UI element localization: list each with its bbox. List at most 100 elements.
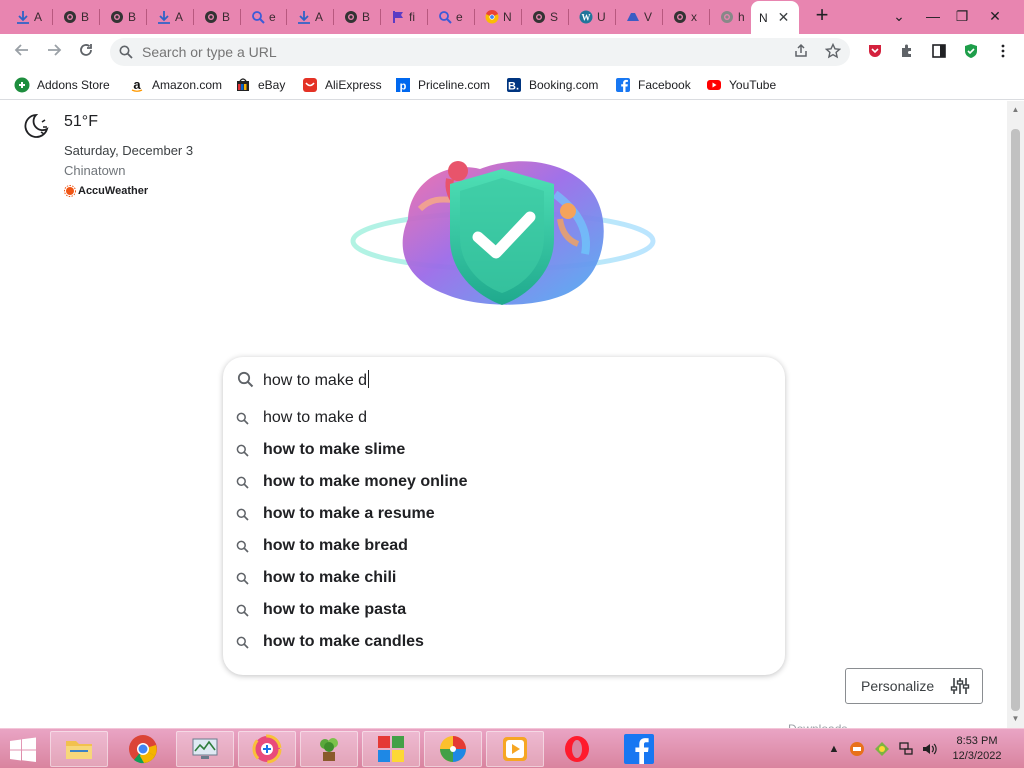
tab-9[interactable]: e — [430, 5, 463, 29]
bookmarks-bar: Addons Store a Amazon.com eBay AliExpress p Pr… — [0, 70, 1024, 100]
accuweather-logo[interactable]: AccuWeather — [64, 185, 148, 197]
bookmark-facebook[interactable]: Facebook — [615, 76, 691, 94]
taskbar-plant-app[interactable] — [300, 731, 358, 767]
new-tab-button[interactable]: + — [812, 4, 832, 27]
minimize-button[interactable]: — — [918, 2, 948, 30]
taskbar-opera[interactable] — [548, 731, 606, 767]
tray-security-icon[interactable] — [874, 741, 890, 757]
suggestion-item[interactable]: how to make a resume — [223, 498, 785, 530]
clock-time: 8:53 PM — [956, 735, 998, 747]
bookmark-label: eBay — [258, 78, 286, 92]
bookmark-booking-com[interactable]: B. Booking.com — [506, 76, 598, 94]
extensions-puzzle-icon[interactable] — [898, 43, 916, 61]
taskbar-chrome[interactable] — [114, 731, 172, 767]
suggestion-item[interactable]: how to make pasta — [223, 594, 785, 626]
tab-7[interactable]: B — [336, 5, 370, 29]
tab-13[interactable]: V — [618, 5, 652, 29]
tab-6[interactable]: A — [289, 5, 323, 29]
personalize-button[interactable]: Personalize — [845, 668, 983, 704]
tab-1[interactable]: B — [55, 5, 89, 29]
suggestion-item[interactable]: how to make money online — [223, 466, 785, 498]
bookmark-star-icon[interactable] — [824, 42, 842, 61]
scrollbar-thumb[interactable] — [1011, 129, 1020, 711]
start-button[interactable] — [8, 737, 38, 763]
taskbar-task-manager[interactable] — [176, 731, 234, 767]
tab-label: fi — [409, 10, 415, 24]
taskbar-browser-active[interactable] — [238, 731, 296, 767]
tab-active[interactable]: N ✕ — [751, 1, 799, 34]
tray-app-icon[interactable] — [849, 741, 865, 757]
network-icon[interactable] — [898, 741, 914, 757]
priceline-icon: p — [395, 77, 411, 93]
new-tab-page: 51°F Saturday, December 3 Chinatown Accu… — [0, 101, 1007, 736]
tab-11[interactable]: S — [524, 5, 558, 29]
tab-label: e — [269, 10, 276, 24]
address-input[interactable] — [142, 42, 742, 62]
volume-icon[interactable] — [921, 741, 937, 757]
suggestion-item[interactable]: how to make slime — [223, 434, 785, 466]
share-icon[interactable] — [792, 43, 810, 61]
tab-separator — [615, 9, 616, 25]
tab-separator — [474, 9, 475, 25]
taskbar-media-player[interactable] — [486, 731, 544, 767]
globe-icon — [720, 10, 734, 24]
tab-search-button[interactable]: ⌄ — [884, 2, 914, 30]
taskbar-file-explorer[interactable] — [50, 731, 108, 767]
play-icon — [503, 737, 527, 761]
bookmark-priceline-com[interactable]: p Priceline.com — [395, 76, 490, 94]
bookmark-aliexpress[interactable]: AliExpress — [302, 76, 382, 94]
scroll-down-arrow-icon[interactable]: ▼ — [1011, 714, 1020, 723]
tab-active-label: N — [759, 10, 768, 25]
tab-separator — [521, 9, 522, 25]
tab-4[interactable]: B — [196, 5, 230, 29]
wordpress-icon: W — [579, 10, 593, 24]
tab-2[interactable]: B — [102, 5, 136, 29]
search-icon — [236, 604, 249, 617]
close-window-button[interactable]: ✕ — [980, 2, 1010, 30]
tab-label: B — [222, 10, 231, 24]
taskbar-tiles-app[interactable] — [362, 731, 420, 767]
bookmark-label: Addons Store — [37, 78, 110, 92]
menu-kebab-icon[interactable] — [994, 43, 1012, 61]
tab-0[interactable]: A — [8, 5, 42, 29]
shield-extension-icon[interactable] — [962, 43, 980, 61]
tab-label: A — [315, 10, 324, 24]
forward-button[interactable] — [42, 40, 66, 64]
tab-14[interactable]: x — [665, 5, 697, 29]
close-tab-icon[interactable]: ✕ — [778, 9, 790, 26]
suggestion-item[interactable]: how to make bread — [223, 530, 785, 562]
suggestion-item[interactable]: how to make chili — [223, 562, 785, 594]
tab-15[interactable]: h — [712, 5, 745, 29]
tab-label: A — [175, 10, 184, 24]
tiles-icon — [378, 736, 404, 762]
tab-separator — [286, 9, 287, 25]
system-clock[interactable]: 8:53 PM 12/3/2022 — [945, 734, 1009, 764]
tab-8[interactable]: fi — [383, 5, 415, 29]
pocket-extension-icon[interactable] — [866, 43, 884, 61]
omnibox[interactable] — [110, 38, 850, 66]
scroll-up-arrow-icon[interactable]: ▲ — [1011, 105, 1020, 114]
suggestion-item[interactable]: how to make candles — [223, 626, 785, 658]
tab-12[interactable]: WU — [571, 5, 606, 29]
globe-icon — [110, 10, 124, 24]
bookmark-ebay[interactable]: eBay — [235, 76, 285, 94]
vertical-scrollbar[interactable]: ▲ ▼ — [1007, 101, 1024, 728]
tab-separator — [662, 9, 663, 25]
tab-10[interactable]: N — [477, 5, 512, 29]
bookmark-amazon-com[interactable]: a Amazon.com — [129, 76, 222, 94]
taskbar-photo-app[interactable] — [424, 731, 482, 767]
bookmark-addons-store[interactable]: Addons Store — [14, 76, 110, 94]
tab-3[interactable]: A — [149, 5, 183, 29]
search-box[interactable]: how to make d how to make d how to make s… — [223, 357, 785, 675]
restore-button[interactable]: ❐ — [947, 2, 977, 30]
reload-button[interactable] — [74, 40, 98, 64]
tab-5[interactable]: e — [243, 5, 276, 29]
suggestion-item[interactable]: how to make d — [223, 402, 785, 434]
search-query-input[interactable]: how to make d — [263, 370, 370, 390]
side-panel-icon[interactable] — [930, 43, 948, 61]
bookmark-youtube[interactable]: YouTube — [706, 76, 776, 94]
aliexpress-icon — [302, 77, 318, 93]
back-button[interactable] — [10, 40, 34, 64]
taskbar-facebook[interactable] — [610, 731, 668, 767]
show-hidden-icons-arrow-icon[interactable]: ▲ — [826, 741, 842, 757]
